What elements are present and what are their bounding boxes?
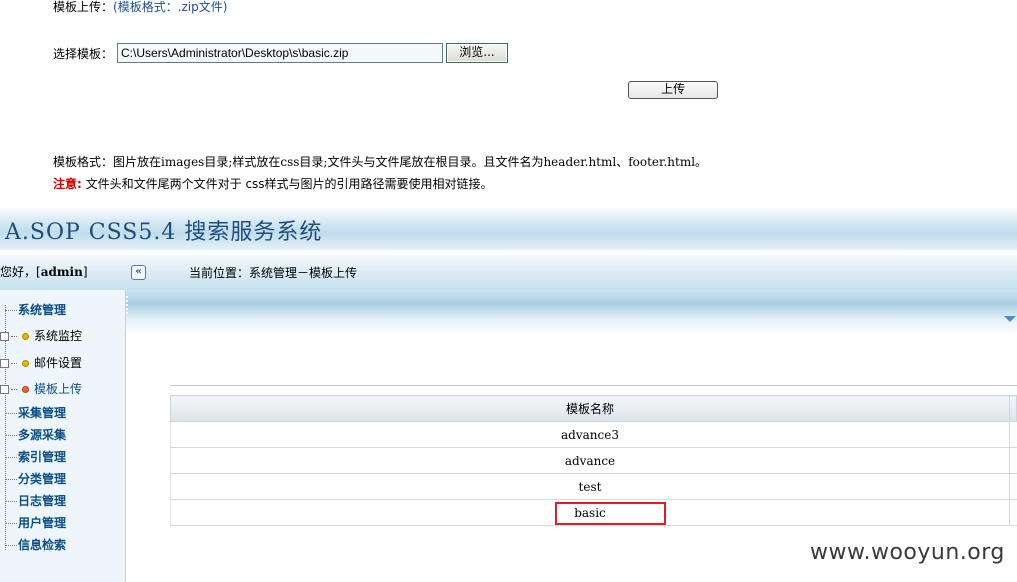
upload-title-label: 模板上传： [53,0,114,14]
column-header-template-name: 模板名称 [170,395,1010,422]
template-name-cell: advance [170,447,1010,474]
orange-dot-icon [22,386,29,393]
sidebar-item-label: 邮件设置 [34,356,83,370]
sidebar-item-label: 信息检索 [18,538,67,552]
app-title: A.SOP CSS5.4 搜索服务系统 [5,220,323,245]
sidebar-item-label: 分类管理 [18,472,67,486]
sidebar-item-multi-source-collection[interactable]: 多源采集 [5,426,66,443]
sidebar-item-category-management[interactable]: 分类管理 [5,470,66,487]
file-path-input[interactable]: C:\Users\Administrator\Desktop\s\basic.z… [117,43,444,63]
greeting-prefix: 您好，[ [0,265,41,279]
browse-button[interactable]: 浏览... [446,43,509,63]
sidebar-item-label: 日志管理 [18,494,67,508]
table-edge-cell [1009,421,1017,448]
sidebar-item-template-upload[interactable]: 模板上传 [0,380,83,397]
sidebar-item-label: 多源采集 [18,428,67,442]
table-row[interactable]: test [170,473,1017,500]
username: admin [40,265,83,279]
table-header-row: 模板名称 [170,395,1017,422]
sidebar-item-collection-management[interactable]: 采集管理 [5,404,66,421]
table-row[interactable]: advance [170,447,1017,474]
sidebar-item-label: 用户管理 [18,516,67,530]
note-text: 文件头和文件尾两个文件对于 css样式与图片的引用路径需要使用相对链接。 [85,177,493,191]
sidebar-item-user-management[interactable]: 用户管理 [5,514,66,531]
section-divider [170,385,1017,386]
table-edge-cell [1009,499,1017,526]
template-name-cell: test [170,473,1010,500]
select-template-row: 选择模板： C:\Users\Administrator\Desktop\s\b… [53,42,509,64]
tree-expander-icon[interactable] [0,359,9,368]
sidebar-item-index-management[interactable]: 索引管理 [5,448,66,465]
greeting-suffix: ] [82,265,88,279]
upload-title: 模板上传：(模板格式：.zip文件) [53,0,227,15]
table-edge-cell [1009,473,1017,500]
breadcrumb: 当前位置：系统管理－模板上传 [189,266,358,280]
sidebar-item-label: 采集管理 [18,406,67,420]
watermark: www.wooyun.org [810,540,1005,565]
highlight-box-basic [555,502,666,525]
tree-expander-icon[interactable] [0,385,9,394]
sidebar-item-label: 系统监控 [34,329,83,343]
triangle-down-icon[interactable] [1004,316,1016,322]
table-row[interactable]: advance3 [170,421,1017,448]
double-chevron-left-icon[interactable]: « [131,265,146,280]
sidebar-item-log-management[interactable]: 日志管理 [5,492,66,509]
tree-expander-icon[interactable] [0,332,9,341]
user-greeting: 您好，[admin] [0,263,88,280]
format-text: 图片放在images目录;样式放在css目录;文件头与文件尾放在根目录。且文件名… [113,155,708,169]
table-edge-cell [1009,395,1017,422]
format-prefix: 模板格式： [53,155,114,169]
select-template-label: 选择模板： [53,46,114,61]
sidebar-item-system-monitor[interactable]: 系统监控 [0,327,83,344]
sidebar-item-info-search[interactable]: 信息检索 [5,536,66,553]
yellow-dot-icon [22,360,29,367]
sidebar-item-mail-settings[interactable]: 邮件设置 [0,354,83,371]
note-description: 注意: 文件头和文件尾两个文件对于 css样式与图片的引用路径需要使用相对链接。 [53,175,493,192]
yellow-dot-icon [22,333,29,340]
band-divider [126,296,130,314]
sidebar-item-label: 系统管理 [18,303,67,317]
sidebar-item-system-management[interactable]: 系统管理 [5,301,66,318]
template-name-cell: advance3 [170,421,1010,448]
note-label: 注意: [53,177,82,191]
sidebar-item-label: 模板上传 [34,382,83,396]
sidebar-item-label: 索引管理 [18,450,67,464]
content-header-band [126,290,1017,336]
format-description: 模板格式：图片放在images目录;样式放在css目录;文件头与文件尾放在根目录… [53,153,707,170]
table-edge-cell [1009,447,1017,474]
app-subbar [0,250,1017,290]
upload-format-hint: (模板格式：.zip文件) [113,0,228,14]
app-banner: A.SOP CSS5.4 搜索服务系统 [0,206,1017,250]
upload-button[interactable]: 上传 [628,81,718,99]
